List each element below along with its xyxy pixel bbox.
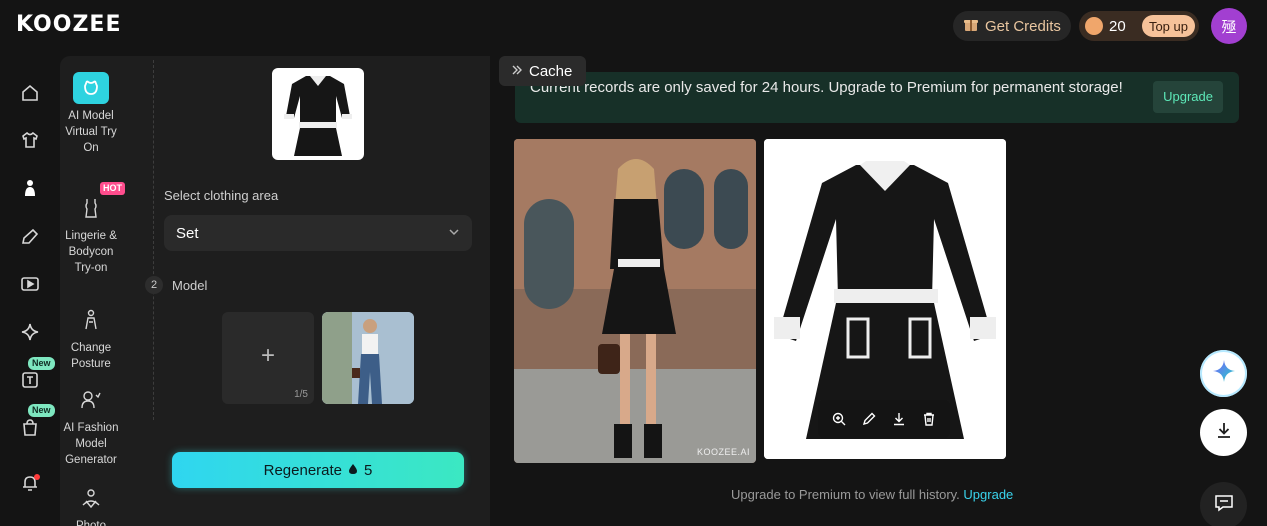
select-clothing-area-label: Select clothing area (164, 188, 279, 203)
upgrade-button[interactable]: Upgrade (1153, 81, 1223, 113)
credit-drop-icon (348, 462, 358, 479)
tool-lingerie-bodycon-try-on[interactable]: Lingerie & Bodycon Try-on (60, 192, 122, 276)
model-count: 1/5 (294, 389, 308, 400)
posture-icon (73, 304, 109, 336)
model-section-label: Model (172, 278, 208, 293)
regenerate-label: Regenerate (263, 461, 343, 479)
try-on-icon (73, 72, 109, 104)
lingerie-icon (73, 192, 109, 224)
download-arrow-icon (1215, 421, 1233, 444)
ai-sparkle-icon (1211, 358, 1237, 389)
zoom-in-icon[interactable] (832, 412, 846, 426)
chevron-down-icon (448, 225, 460, 242)
koozee-logo[interactable]: KOOZEE (16, 12, 121, 37)
app-window: KOOZEE Get Credits 20 Top up 殛 New New A… (0, 0, 1267, 526)
credit-count: 20 (1109, 17, 1126, 35)
model-icon[interactable] (19, 177, 41, 199)
home-icon[interactable] (19, 82, 41, 104)
photo-tool-icon (73, 482, 109, 514)
fashion-generator-icon (73, 384, 109, 416)
cache-label: Cache (529, 62, 573, 80)
edit-image-icon[interactable] (19, 226, 41, 248)
chat-icon (1214, 494, 1234, 517)
get-credits-button[interactable]: Get Credits (953, 11, 1071, 41)
clothing-area-value: Set (176, 224, 199, 242)
tool-label: AI Model Virtual Try On (65, 110, 117, 154)
tool-ai-model-virtual-try-on[interactable]: AI Model Virtual Try On (60, 72, 122, 156)
delete-icon[interactable] (922, 412, 936, 426)
text-image-icon[interactable] (19, 369, 41, 391)
watermark-text: KOOZEE.AI (696, 447, 750, 457)
download-icon[interactable] (892, 412, 906, 426)
ai-assistant-button[interactable] (1200, 350, 1247, 397)
regenerate-button[interactable]: Regenerate 5 (172, 452, 464, 488)
regenerate-cost: 5 (364, 461, 373, 479)
sparkle-icon[interactable] (19, 321, 41, 343)
tool-list: AI Model Virtual Try On Lingerie & Bodyc… (60, 56, 130, 526)
tool-label: Lingerie & Bodycon Try-on (65, 230, 117, 274)
tool-change-posture[interactable]: Change Posture (60, 304, 122, 372)
avatar[interactable]: 殛 (1211, 8, 1247, 44)
add-model-button[interactable]: + 1/5 (222, 312, 314, 404)
chat-support-button[interactable] (1200, 482, 1247, 526)
hot-badge: HOT (100, 182, 125, 195)
tool-photo[interactable]: Photo (60, 482, 122, 526)
bag-icon[interactable] (19, 416, 41, 438)
model-thumbnail[interactable] (322, 312, 414, 404)
double-chevron-right-icon (511, 63, 523, 80)
notification-dot (34, 474, 40, 480)
video-icon[interactable] (19, 273, 41, 295)
result-image-model[interactable]: KOOZEE.AI (514, 139, 756, 463)
edit-icon[interactable] (862, 412, 876, 426)
tool-label: Photo (75, 520, 107, 526)
shirt-icon[interactable] (19, 129, 41, 151)
history-upgrade-link[interactable]: Upgrade (963, 487, 1013, 502)
credit-balance: 20 Top up (1079, 11, 1199, 41)
plus-icon: + (260, 342, 275, 369)
top-up-button[interactable]: Top up (1141, 15, 1195, 37)
cache-toggle[interactable]: Cache (499, 56, 586, 86)
history-footer-text: Upgrade to Premium to view full history. (731, 487, 960, 502)
garment-thumbnail[interactable] (272, 68, 364, 160)
download-all-button[interactable] (1200, 409, 1247, 456)
storage-notice-text: Current records are only saved for 24 ho… (530, 79, 1123, 96)
storage-notice-banner: Current records are only saved for 24 ho… (515, 72, 1239, 123)
clothing-area-select[interactable]: Set (164, 215, 472, 251)
gift-icon (963, 16, 979, 36)
tool-label: AI Fashion Model Generator (63, 422, 119, 466)
coin-icon (1085, 17, 1103, 35)
tool-ai-fashion-model-generator[interactable]: AI Fashion Model Generator (60, 384, 122, 468)
step-connector (153, 60, 154, 420)
step-number: 2 (145, 276, 163, 294)
history-footer: Upgrade to Premium to view full history.… (731, 487, 1013, 502)
tool-label: Change Posture (70, 342, 112, 370)
get-credits-label: Get Credits (985, 17, 1061, 35)
image-action-toolbar (818, 400, 950, 438)
